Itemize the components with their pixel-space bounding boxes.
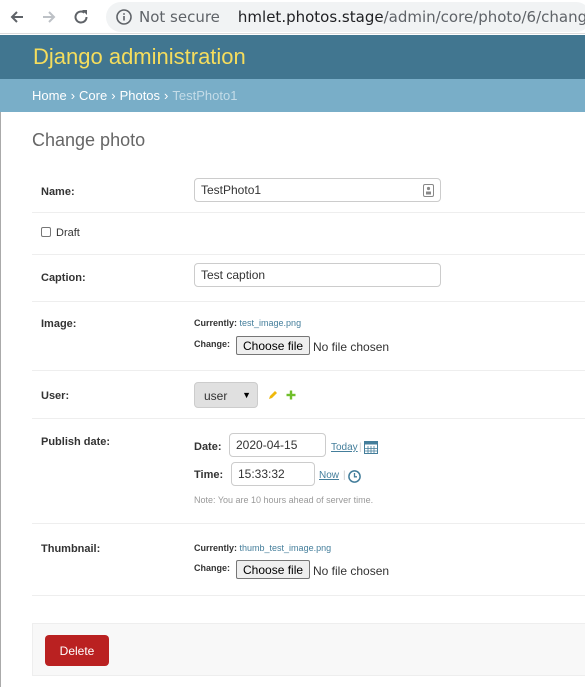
- shortcut-separator: |: [343, 470, 346, 481]
- date-label: Date:: [194, 441, 222, 453]
- image-change-label: Change:: [194, 339, 230, 349]
- breadcrumb-current: TestPhoto1: [172, 88, 238, 103]
- draft-checkbox[interactable]: [41, 227, 51, 237]
- plus-icon[interactable]: [286, 390, 296, 400]
- thumbnail-choose-file-button[interactable]: Choose file: [236, 560, 311, 579]
- caption-label: Caption:: [41, 272, 86, 284]
- thumbnail-current-file-link[interactable]: thumb_test_image.png: [240, 543, 332, 553]
- page-title: Change photo: [32, 130, 146, 150]
- image-currently-label: Currently:: [194, 318, 238, 328]
- image-label: Image:: [41, 318, 77, 330]
- timezone-help-note: Note: You are 10 hours ahead of server t…: [194, 495, 374, 505]
- breadcrumb-separator: ›: [164, 88, 169, 103]
- thumbnail-change-label: Change:: [194, 563, 230, 573]
- form-row-thumbnail: Thumbnail: Currently: thumb_test_image.p…: [32, 524, 585, 596]
- breadcrumb-home[interactable]: Home: [32, 88, 67, 103]
- image-currently: Currently: test_image.png: [194, 318, 301, 328]
- form-row-image: Image: Currently: test_image.png Change:…: [32, 302, 585, 371]
- time-input-value: 15:33:32: [238, 467, 285, 481]
- browser-toolbar: Not secure hmlet.photos.stage/admin/core…: [0, 0, 585, 34]
- thumbnail-currently: Currently: thumb_test_image.png: [194, 543, 331, 553]
- user-select[interactable]: user ▼: [194, 382, 258, 408]
- date-input[interactable]: 2020-04-15: [229, 433, 326, 457]
- site-branding[interactable]: Django administration: [33, 44, 246, 70]
- clock-icon[interactable]: [348, 470, 361, 483]
- time-label: Time:: [194, 469, 224, 481]
- chevron-down-icon: ▼: [242, 390, 251, 400]
- submit-row: Delete: [32, 623, 585, 676]
- form-row-publish-date: Publish date: Date: 2020-04-15 Today | T…: [32, 419, 585, 524]
- forward-button[interactable]: [38, 6, 60, 28]
- form-row-name: Name: TestPhoto1: [32, 168, 585, 213]
- url-path: /admin/core/photo/6/change/: [383, 8, 585, 26]
- shortcut-separator: |: [359, 442, 362, 453]
- arrow-left-icon: [10, 11, 23, 23]
- draft-label[interactable]: Draft: [56, 227, 80, 239]
- caption-input[interactable]: Test caption: [194, 263, 441, 287]
- image-choose-file-button[interactable]: Choose file: [236, 336, 311, 355]
- breadcrumb-separator: ›: [70, 88, 76, 103]
- thumbnail-label: Thumbnail:: [41, 543, 101, 555]
- arrow-right-icon: [43, 11, 56, 23]
- user-select-value: user: [204, 389, 228, 403]
- name-input-value: TestPhoto1: [201, 183, 262, 197]
- today-link[interactable]: Today: [331, 442, 358, 453]
- breadcrumb-separator: ›: [111, 88, 116, 103]
- reload-button[interactable]: [70, 6, 92, 28]
- contact-card-icon[interactable]: [423, 184, 434, 197]
- thumbnail-currently-label: Currently:: [194, 543, 238, 553]
- form-row-caption: Caption: Test caption: [32, 255, 585, 302]
- user-label: User:: [41, 390, 70, 402]
- publish-date-label: Publish date:: [41, 436, 111, 448]
- info-circle-icon[interactable]: [116, 8, 132, 26]
- site-header: Django administration: [0, 35, 585, 79]
- back-button[interactable]: [6, 6, 28, 28]
- image-current-file-link[interactable]: test_image.png: [240, 318, 302, 328]
- thumbnail-file-status: No file chosen: [313, 564, 390, 578]
- breadcrumb-core[interactable]: Core: [79, 88, 107, 103]
- form-row-draft: Draft: [32, 213, 585, 255]
- date-input-value: 2020-04-15: [236, 438, 298, 452]
- delete-button[interactable]: Delete: [45, 635, 109, 666]
- url-host: hmlet.photos.stage: [237, 8, 384, 26]
- pencil-icon[interactable]: [268, 390, 278, 400]
- name-label: Name:: [41, 186, 75, 198]
- form-row-user: User: user ▼: [32, 371, 585, 419]
- time-input[interactable]: 15:33:32: [231, 462, 315, 486]
- security-status: Not secure: [139, 8, 220, 26]
- now-link[interactable]: Now: [319, 470, 339, 481]
- name-input[interactable]: TestPhoto1: [194, 178, 441, 202]
- reload-icon: [74, 10, 88, 24]
- breadcrumb-photos[interactable]: Photos: [120, 88, 160, 103]
- calendar-icon[interactable]: [364, 440, 378, 454]
- breadcrumb: Home › Core › Photos › TestPhoto1: [0, 79, 585, 112]
- page-edge: [0, 112, 1, 687]
- image-file-status: No file chosen: [313, 340, 390, 354]
- caption-input-value: Test caption: [201, 268, 266, 282]
- address-bar[interactable]: Not secure hmlet.photos.stage/admin/core…: [106, 2, 585, 32]
